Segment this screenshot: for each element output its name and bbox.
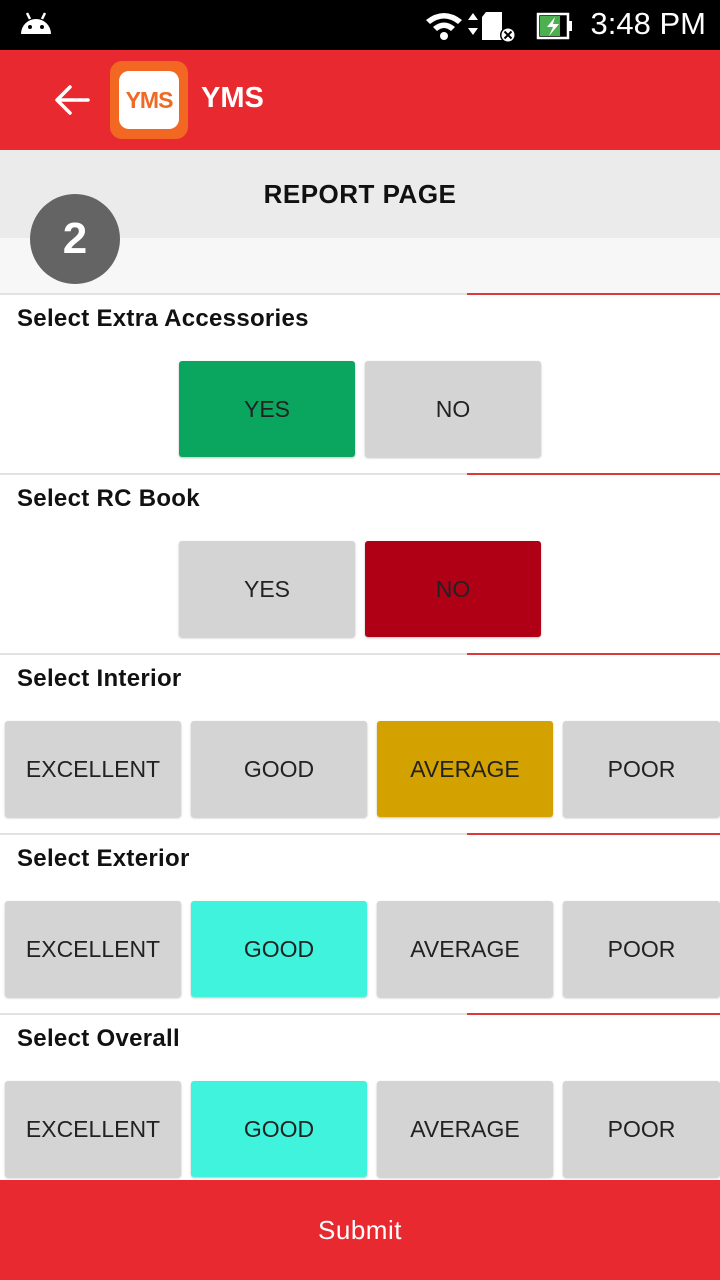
android-icon	[18, 10, 54, 43]
option-button-selected[interactable]: NO	[365, 541, 541, 637]
arrow-back-icon	[55, 85, 90, 115]
battery-icon	[536, 12, 572, 40]
section-overall: Select Overall EXCELLENT GOOD AVERAGE PO…	[0, 1013, 720, 1193]
divider-accent	[467, 293, 720, 295]
option-button[interactable]: EXCELLENT	[5, 1081, 181, 1177]
app-title: YMS	[201, 82, 264, 114]
status-time: 3:48 PM	[590, 6, 706, 41]
app-bar: YMS YMS	[0, 50, 720, 150]
option-button[interactable]: GOOD	[191, 721, 367, 817]
option-button[interactable]: AVERAGE	[377, 1081, 553, 1177]
back-button[interactable]	[48, 76, 96, 124]
divider-accent	[467, 1013, 720, 1015]
data-arrows-icon	[468, 13, 478, 35]
step-badge: 2	[30, 194, 120, 284]
option-button[interactable]: AVERAGE	[377, 901, 553, 997]
section-extra-accessories: Select Extra Accessories YES NO	[0, 293, 720, 473]
option-button-selected[interactable]: GOOD	[191, 901, 367, 997]
divider-accent	[467, 653, 720, 655]
divider-accent	[467, 473, 720, 475]
option-button[interactable]: EXCELLENT	[5, 721, 181, 817]
section-label: Select Exterior	[17, 845, 190, 872]
submit-button[interactable]: Submit	[0, 1180, 720, 1280]
option-button[interactable]: POOR	[563, 1081, 720, 1177]
section-rc-book: Select RC Book YES NO	[0, 473, 720, 653]
app-logo: YMS	[110, 61, 188, 139]
section-label: Select RC Book	[17, 485, 200, 512]
option-button[interactable]: NO	[365, 361, 541, 457]
option-button[interactable]: YES	[179, 541, 355, 637]
option-button[interactable]: POOR	[563, 721, 720, 817]
divider-accent	[467, 833, 720, 835]
section-label: Select Overall	[17, 1025, 180, 1052]
option-button[interactable]: EXCELLENT	[5, 901, 181, 997]
page-title: REPORT PAGE	[263, 178, 457, 209]
section-label: Select Extra Accessories	[17, 305, 309, 332]
section-interior: Select Interior EXCELLENT GOOD AVERAGE P…	[0, 653, 720, 833]
wifi-icon	[426, 13, 462, 40]
section-exterior: Select Exterior EXCELLENT GOOD AVERAGE P…	[0, 833, 720, 1013]
logo-text: YMS	[125, 86, 174, 113]
status-bar: 3:48 PM	[0, 0, 720, 50]
option-button-selected[interactable]: GOOD	[191, 1081, 367, 1177]
option-button[interactable]: POOR	[563, 901, 720, 997]
option-button-selected[interactable]: AVERAGE	[377, 721, 553, 817]
section-label: Select Interior	[17, 665, 182, 692]
status-icons	[424, 8, 584, 49]
option-button-selected[interactable]: YES	[179, 361, 355, 457]
sd-card-icon	[482, 12, 516, 43]
